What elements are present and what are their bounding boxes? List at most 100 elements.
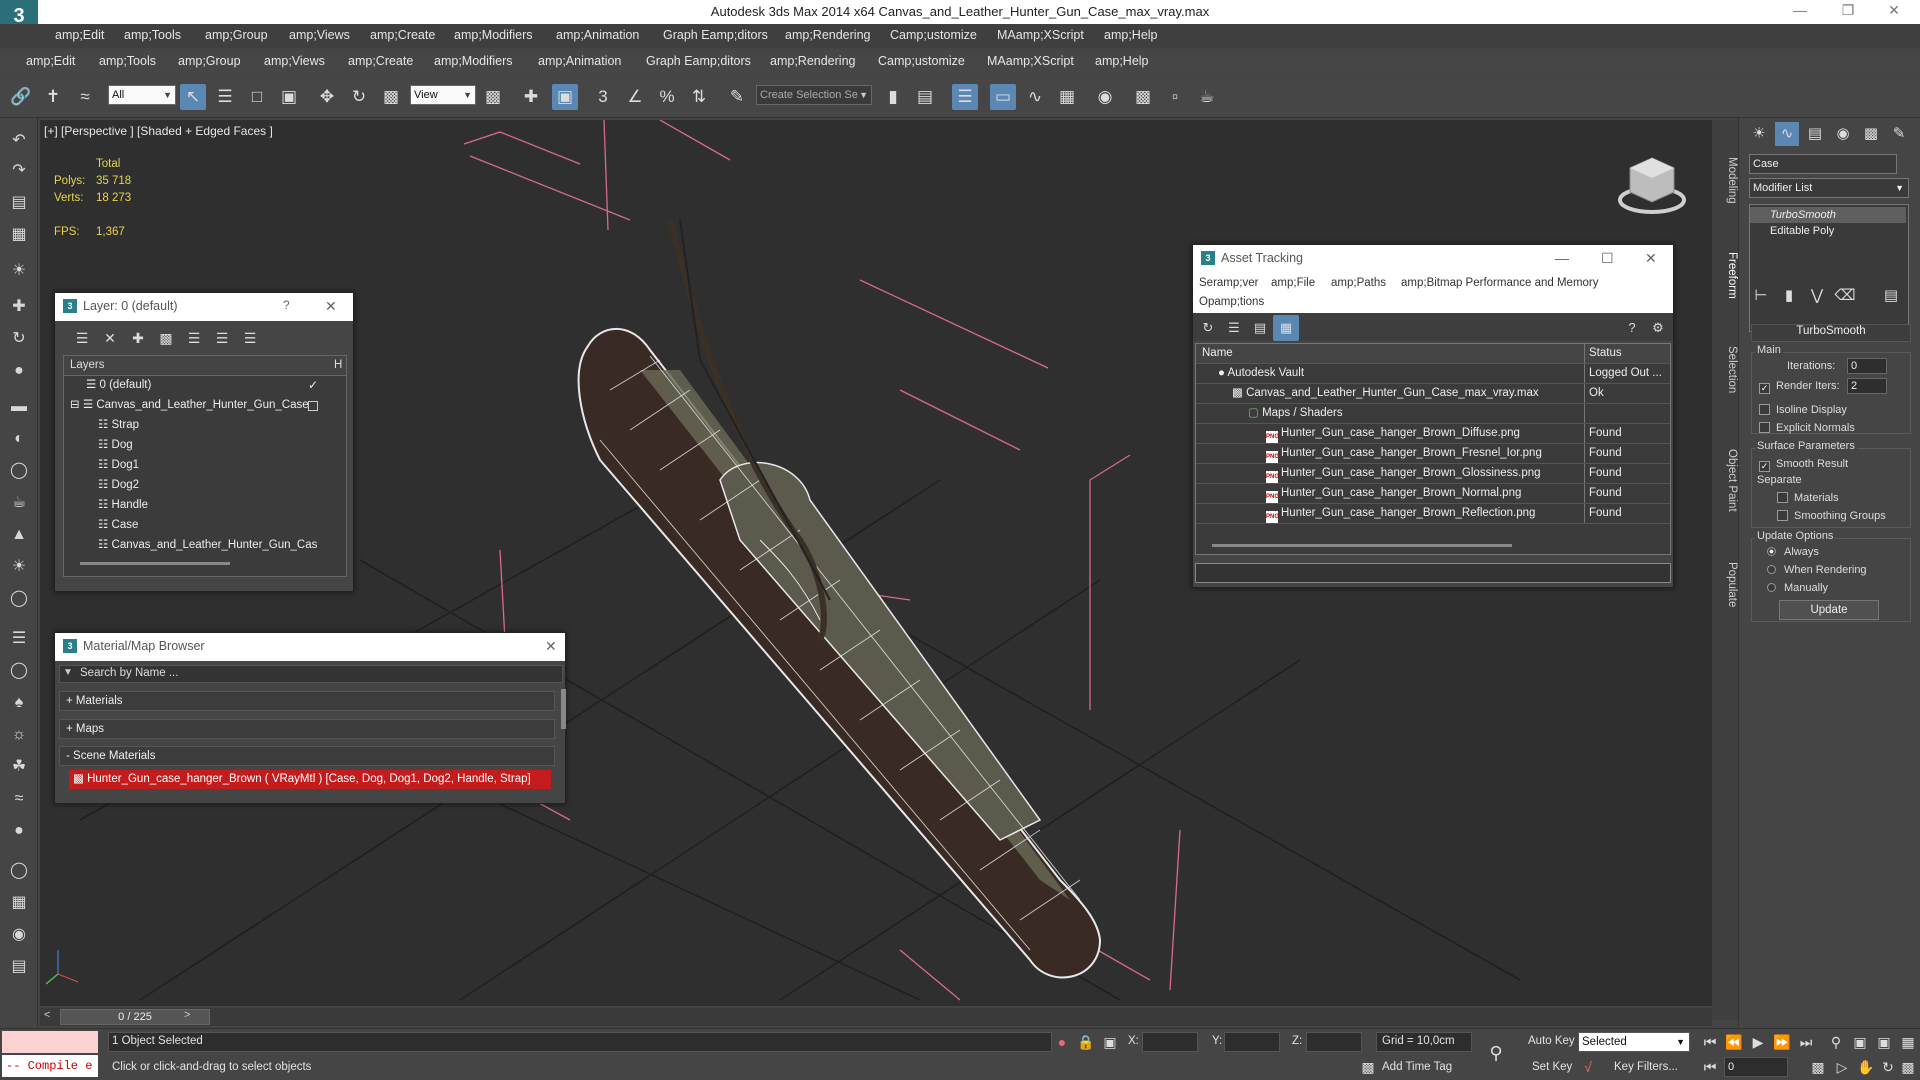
search-options-icon[interactable]: ▼ [63,667,73,678]
layer-manager-icon[interactable]: ☰ [952,84,978,110]
update-always-radio[interactable] [1767,547,1776,556]
render-iters-checkbox[interactable]: ✓ [1759,383,1770,394]
menu-item[interactable]: amp;Views [264,54,325,68]
previous-frame-icon[interactable]: ⏪ [1724,1032,1744,1052]
object-row-strap[interactable]: ☷ Strap [98,416,139,435]
tab-selection[interactable]: Selection [1712,330,1738,410]
menu-item[interactable]: amp;Group [205,28,268,42]
current-frame-field[interactable]: 0 [1724,1057,1788,1077]
maximize-icon[interactable]: ❐ [1834,2,1862,22]
select-object-icon[interactable]: ↖ [180,84,206,110]
select-and-link-icon[interactable]: 🔗 [8,84,34,110]
menu-item[interactable]: amp;Tools [99,54,156,68]
menu-item[interactable]: amp;Modifiers [454,28,533,42]
mirror-icon[interactable]: ▮ [880,84,906,110]
prev-frame-icon[interactable]: < [44,1009,50,1021]
selection-lock-icon[interactable]: 🔒 [1076,1032,1096,1052]
menu-paths[interactable]: amp;Paths [1331,277,1386,289]
script-icon[interactable]: ▤ [6,954,32,980]
object-row-case[interactable]: ☷ Case [98,516,138,535]
time-configuration-icon[interactable]: ▩ [1808,1057,1828,1077]
create-tab-icon[interactable]: ☀ [1747,122,1771,146]
asset-row-png[interactable]: PNG Hunter_Gun_case_hanger_Brown_Glossine… [1196,464,1670,484]
menu-item[interactable]: amp;Help [1095,54,1149,68]
asset-row-max-file[interactable]: ▩ Canvas_and_Leather_Hunter_Gun_Case_max… [1196,384,1670,404]
menu-options[interactable]: Opamp;tions [1199,296,1264,308]
object-row-handle[interactable]: ☷ Handle [98,496,148,515]
layer-dialog-header[interactable]: 3 Layer: 0 (default) ? ✕ [55,293,353,321]
maxscript-output[interactable]: -- Compile e [2,1055,98,1077]
isolate-selection-icon[interactable]: ● [1052,1032,1072,1052]
teapot-icon[interactable]: ☕ [6,490,32,516]
make-unique-icon[interactable]: ⋁ [1805,284,1829,308]
turbosmooth-rollout-title[interactable]: TurboSmooth [1751,324,1911,342]
menu-item[interactable]: amp;Animation [556,28,639,42]
helper-icon[interactable]: ✚ [6,294,32,320]
layer-row-default[interactable]: ☰ 0 (default) [86,376,151,395]
lamp-icon[interactable]: ◯ [6,586,32,612]
separate-materials-checkbox[interactable] [1777,492,1788,503]
refresh-icon[interactable]: ↻ [1195,315,1221,341]
tab-object-paint[interactable]: Object Paint [1712,430,1738,530]
delete-layer-icon[interactable]: ✕ [97,325,123,351]
play-icon[interactable]: ▶ [1748,1032,1768,1052]
x-coordinate-field[interactable] [1142,1032,1198,1052]
select-and-rotate-icon[interactable]: ↻ [346,84,372,110]
highlight-layer-icon[interactable]: ☰ [209,325,235,351]
select-and-move-icon[interactable]: ✥ [314,84,340,110]
asset-row-maps-shaders[interactable]: ▢ Maps / Shaders [1196,404,1670,424]
update-manually-radio[interactable] [1767,583,1776,592]
select-manipulate-icon[interactable]: ✚ [518,84,544,110]
key-mode-toggle-icon[interactable]: ⏮ [1700,1057,1720,1077]
update-when-rendering-radio[interactable] [1767,565,1776,574]
isoline-display-checkbox[interactable] [1759,404,1770,415]
reference-coordinate-dropdown[interactable]: View ▼ [410,85,476,105]
render-production-icon[interactable]: ☕ [1194,84,1220,110]
window-crossing-icon[interactable]: ▣ [276,84,302,110]
iterations-spinner[interactable]: 0 [1847,358,1887,374]
y-coordinate-field[interactable] [1224,1032,1280,1052]
time-tag-icon[interactable]: ▩ [1358,1057,1378,1077]
scene-states-icon[interactable]: ▦ [6,890,32,916]
menu-item[interactable]: Graph Eamp;ditors [663,28,768,42]
zoom-icon[interactable]: ⚲ [1826,1032,1846,1052]
menu-file[interactable]: amp;File [1271,277,1315,289]
pivot-center-icon[interactable]: ▩ [480,84,506,110]
cone-icon[interactable]: ▲ [6,522,32,548]
pan-view-icon[interactable]: ✋ [1856,1057,1876,1077]
materials-section[interactable]: + Materials [59,691,555,711]
vertical-scrollbar[interactable] [561,689,566,729]
thumbnail-icon[interactable]: ▤ [1247,315,1273,341]
sun-icon[interactable]: ☀ [6,554,32,580]
auto-key-button[interactable]: Auto Key [1528,1035,1575,1047]
menu-item[interactable]: Camp;ustomize [878,54,965,68]
absolute-mode-icon[interactable]: ▣ [1100,1032,1120,1052]
hair-fur-icon[interactable]: ≈ [6,786,32,812]
object-row-canvas[interactable]: ☷ Canvas_and_Leather_Hunter_Gun_Cas [98,536,317,555]
layer-row-canvas[interactable]: ⊟ ☰ Canvas_and_Leather_Hunter_Gun_Case [70,396,309,415]
modifier-list-dropdown[interactable]: Modifier List ▼ [1749,178,1909,198]
help-icon[interactable]: ? [1619,315,1645,341]
horizontal-scrollbar[interactable] [80,562,230,565]
rectangular-selection-icon[interactable]: □ [244,84,270,110]
object-name-field[interactable]: Case [1749,154,1897,174]
menu-item[interactable]: amp;Rendering [785,28,870,42]
render-icon[interactable]: ◯ [6,858,32,884]
menu-item[interactable]: amp;Tools [124,28,181,42]
zoom-extents-icon[interactable]: ▣ [1874,1032,1894,1052]
menu-item[interactable]: amp;Rendering [770,54,855,68]
status-column-header[interactable]: Status [1584,344,1670,363]
asset-path-field[interactable] [1195,563,1671,583]
asset-row-png[interactable]: PNG Hunter_Gun_case_hanger_Brown_Reflecti… [1196,504,1670,524]
render-iters-spinner[interactable]: 2 [1847,378,1887,394]
sphere-icon[interactable]: ◯ [6,458,32,484]
collapse-icon[interactable]: ⊟ [70,399,83,411]
plane-icon[interactable]: ▬ [6,394,32,420]
table-view-icon[interactable]: ▦ [1273,315,1299,341]
tab-modeling[interactable]: Modeling [1712,150,1738,210]
maxscript-listener[interactable] [2,1031,98,1053]
graphite-toolbar-icon[interactable]: ▭ [990,84,1016,110]
schematic-view-icon[interactable]: ▦ [1054,84,1080,110]
bone-icon[interactable]: ◯ [6,658,32,684]
menu-item[interactable]: amp;Animation [538,54,621,68]
